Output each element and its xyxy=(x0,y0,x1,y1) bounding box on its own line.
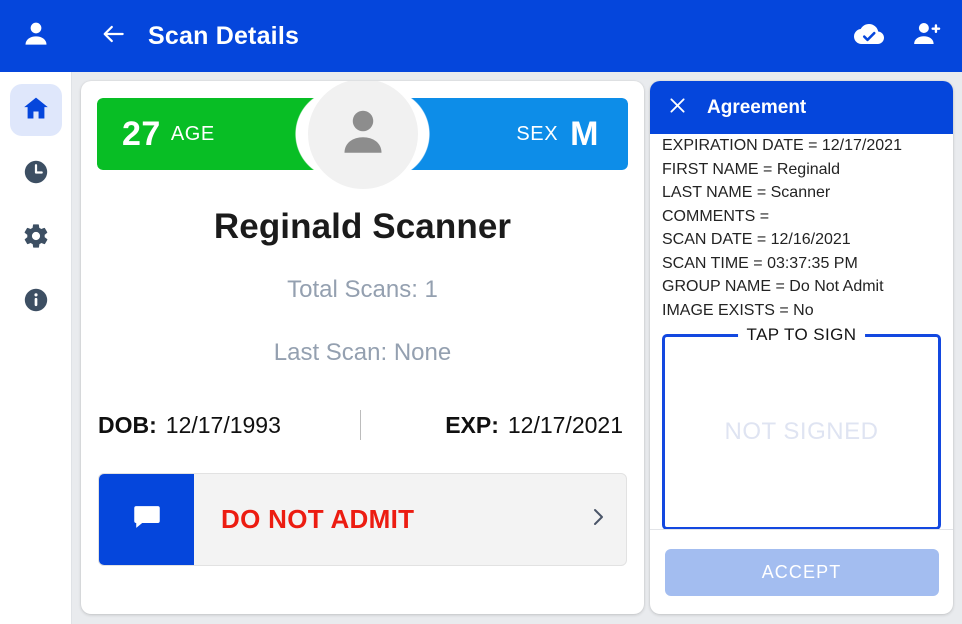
arrow-left-icon xyxy=(101,21,127,52)
person-icon xyxy=(21,19,51,54)
list-item: SCAN TIME = 03:37:35 PM xyxy=(662,254,858,272)
list-item: COMMENTS = xyxy=(662,207,770,225)
dob-label: DOB: xyxy=(98,411,157,438)
list-item: LAST NAME = Scanner xyxy=(662,184,831,201)
list-item: GROUP NAME = Do Not Admit xyxy=(662,278,884,295)
exp-label: EXP: xyxy=(445,411,499,438)
list-item: SCAN DATE = 12/16/2021 xyxy=(662,231,851,248)
back-button[interactable] xyxy=(92,14,136,58)
last-scan-text: Last Scan: None xyxy=(273,339,452,366)
dates-row: DOB: 12/17/1993 EXP: 12/17/2021 xyxy=(81,406,644,444)
app-bar: Scan Details xyxy=(0,0,962,72)
signature-pad[interactable]: TAP TO SIGN NOT SIGNED xyxy=(662,325,941,529)
list-item: FIRST NAME = Reginald xyxy=(662,160,840,178)
status-badge: DO NOT ADMIT xyxy=(221,504,415,534)
accept-button[interactable]: ACCEPT xyxy=(664,548,939,596)
agreement-header: Agreement xyxy=(650,81,953,134)
sex-badge: SEX M xyxy=(385,98,628,170)
sidebar-item-history[interactable] xyxy=(10,148,62,200)
do-not-admit-row[interactable]: DO NOT ADMIT xyxy=(98,473,627,566)
cloud-sync-button[interactable] xyxy=(846,13,892,59)
person-name: Reginald Scanner xyxy=(213,207,512,246)
sex-value: M xyxy=(570,114,599,153)
sidebar-rail xyxy=(0,72,72,624)
close-icon[interactable] xyxy=(667,95,688,121)
badges-row: 27 AGE SEX M xyxy=(97,81,628,189)
status-icon-box xyxy=(99,474,194,565)
exp-value: 12/17/2021 xyxy=(507,411,623,438)
sidebar-item-settings[interactable] xyxy=(10,212,62,264)
agreement-panel: Agreement EXPIRATION DATE = 12/17/2021 F… xyxy=(650,81,953,614)
chevron-right-icon xyxy=(586,505,610,534)
person-add-icon xyxy=(912,19,942,54)
gear-icon xyxy=(22,222,50,255)
user-account-button[interactable] xyxy=(0,0,72,72)
add-person-button[interactable] xyxy=(904,13,950,59)
cloud-done-icon xyxy=(854,19,884,54)
chat-bubble-icon xyxy=(130,500,164,539)
age-label: AGE xyxy=(170,122,215,145)
dob-value: 12/17/1993 xyxy=(165,411,281,438)
list-item: EXPIRATION DATE = 12/17/2021 xyxy=(662,137,902,154)
status-open-button[interactable] xyxy=(570,474,626,565)
home-icon xyxy=(22,94,50,127)
agreement-footer: ACCEPT xyxy=(650,529,953,614)
age-badge: 27 AGE xyxy=(97,98,340,170)
scan-details-card: 27 AGE SEX M Reginald Scanner Total Scan… xyxy=(81,81,644,614)
sex-label: SEX xyxy=(516,122,559,145)
dob-field: DOB: 12/17/1993 xyxy=(98,412,360,439)
exp-field: EXP: 12/17/2021 xyxy=(361,412,627,439)
signature-legend: TAP TO SIGN xyxy=(737,325,866,345)
clock-icon xyxy=(22,158,50,191)
sidebar-item-home[interactable] xyxy=(9,84,62,136)
agreement-title: Agreement xyxy=(707,96,807,118)
info-icon xyxy=(22,286,50,319)
content-area: 27 AGE SEX M Reginald Scanner Total Scan… xyxy=(72,72,962,624)
age-value: 27 xyxy=(122,114,161,153)
avatar xyxy=(307,81,418,189)
agreement-body[interactable]: EXPIRATION DATE = 12/17/2021 FIRST NAME … xyxy=(650,134,953,529)
sidebar-item-info[interactable] xyxy=(10,276,62,328)
person-icon xyxy=(333,102,393,167)
page-title: Scan Details xyxy=(148,21,300,50)
list-item: IMAGE EXISTS = No xyxy=(662,301,814,319)
signature-placeholder: NOT SIGNED xyxy=(724,418,879,445)
agreement-field-list: EXPIRATION DATE = 12/17/2021 FIRST NAME … xyxy=(662,134,941,322)
app-root: Scan Details 27 AGE SEX M Reginald Scann… xyxy=(0,0,962,624)
total-scans-text: Total Scans: 1 xyxy=(287,276,438,303)
